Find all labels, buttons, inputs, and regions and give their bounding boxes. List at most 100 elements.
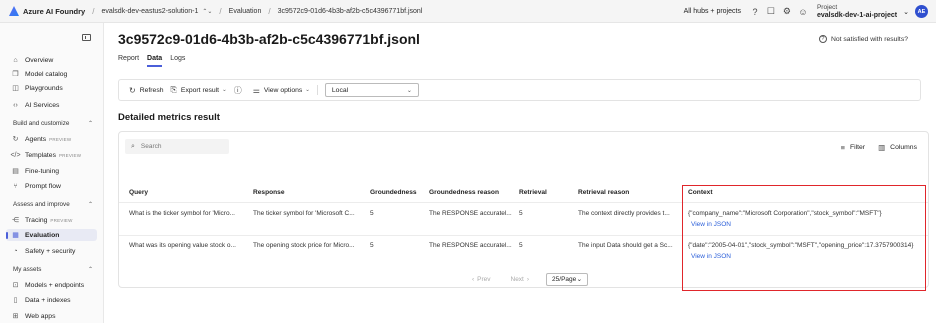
- web-apps-icon: ⊞: [12, 313, 19, 320]
- services-icon: ‹›: [13, 101, 18, 109]
- filter-button[interactable]: ≡ Filter: [841, 143, 866, 152]
- all-hubs-link[interactable]: All hubs + projects: [684, 8, 741, 15]
- sidebar-item-label: Templates: [25, 151, 56, 159]
- columns-icon: ▥: [878, 143, 886, 152]
- prompt-flow-icon: ⑂: [13, 182, 18, 190]
- evaluation-icon: ▦: [12, 232, 19, 239]
- sidebar-item-model-catalog[interactable]: ❒ Model catalog: [10, 68, 96, 80]
- project-label: Project: [816, 3, 838, 11]
- column-header-response[interactable]: Response: [253, 189, 285, 196]
- sidebar-item-ai-services[interactable]: ‹› AI Services: [10, 99, 96, 111]
- next-page-button[interactable]: Next ›: [511, 276, 533, 283]
- sidebar-item-evaluation[interactable]: ▦ Evaluation: [6, 229, 97, 241]
- columns-button[interactable]: ▥ Columns: [878, 143, 917, 152]
- preview-badge: PREVIEW: [58, 152, 82, 158]
- sidebar-item-data-indexes[interactable]: ▯ Data + indexes: [10, 294, 96, 306]
- cell-retrieval: 5: [519, 210, 523, 217]
- chevron-left-icon: ‹: [471, 275, 475, 283]
- breadcrumb-evaluation[interactable]: Evaluation: [229, 8, 262, 15]
- sidebar: ⌂ Overview ❒ Model catalog ◫ Playgrounds…: [0, 23, 104, 323]
- sidebar-item-safety-security[interactable]: ◔ Safety + security: [10, 245, 96, 257]
- help-icon[interactable]: ?: [748, 5, 761, 18]
- collapse-sidebar-icon[interactable]: [82, 34, 91, 41]
- sidebar-item-tracing[interactable]: ⋲ Tracing PREVIEW: [10, 214, 96, 226]
- prev-label: Prev: [477, 275, 491, 283]
- brand-name: Azure AI Foundry: [23, 6, 86, 16]
- refresh-label: Refresh: [139, 86, 164, 94]
- project-switcher[interactable]: Project evalsdk-dev-1-ai-project: [817, 4, 897, 20]
- search-input[interactable]: ⌕ Search: [125, 139, 229, 154]
- column-header-retrieval-reason[interactable]: Retrieval reason: [578, 189, 629, 196]
- project-name: evalsdk-dev-1-ai-project: [816, 11, 898, 19]
- chevron-updown-icon: ⌃⌄: [202, 8, 213, 15]
- sidebar-item-label: Safety + security: [25, 247, 76, 255]
- info-button[interactable]: ⓘ: [234, 85, 246, 96]
- page-size-select[interactable]: 25/Page ⌄: [546, 272, 589, 286]
- sidebar-item-templates[interactable]: </> Templates PREVIEW: [10, 149, 96, 161]
- section-build-and-customize[interactable]: Build and customize ⌃: [13, 120, 93, 127]
- column-header-groundedness[interactable]: Groundedness: [370, 189, 417, 196]
- page-title: 3c9572c9-01d6-4b3b-af2b-c5c4396771bf.jso…: [118, 31, 420, 47]
- export-result-button[interactable]: ⎘ Export result ⌄: [171, 85, 227, 95]
- source-select[interactable]: Local ⌄: [324, 83, 419, 97]
- section-label: Build and customize: [13, 120, 70, 127]
- sidebar-item-label: Model catalog: [25, 70, 68, 78]
- sidebar-item-agents[interactable]: ↻ Agents PREVIEW: [10, 133, 96, 145]
- section-my-assets[interactable]: My assets ⌃: [13, 266, 93, 273]
- section-assess-and-improve[interactable]: Assess and improve ⌃: [13, 201, 93, 208]
- cell-retrieval: 5: [519, 242, 523, 249]
- source-select-value: Local: [331, 86, 349, 94]
- column-header-retrieval[interactable]: Retrieval: [519, 189, 547, 196]
- sidebar-item-label: Agents: [25, 135, 47, 143]
- catalog-icon: ❒: [12, 71, 19, 78]
- brand[interactable]: Azure AI Foundry: [9, 6, 85, 16]
- refresh-button[interactable]: ↻ Refresh: [129, 86, 164, 95]
- breadcrumb-separator: /: [268, 6, 271, 16]
- metrics-grid: ⌕ Search ≡ Filter ▥ Columns Query Respon…: [118, 131, 929, 291]
- not-satisfied-link[interactable]: ? Not satisfied with results?: [818, 35, 908, 43]
- preview-badge: PREVIEW: [50, 217, 73, 223]
- smiley-icon[interactable]: ☺: [796, 5, 809, 18]
- info-icon: ⓘ: [233, 85, 242, 95]
- page-size-value: 25/Page: [552, 275, 577, 283]
- sidebar-item-label: Models + endpoints: [25, 281, 85, 289]
- chevron-down-icon: ⌄: [222, 87, 227, 93]
- tabs: Report Data Logs: [118, 55, 193, 67]
- cell-groundedness: 5: [370, 210, 374, 217]
- sidebar-item-label: Overview: [25, 56, 54, 64]
- column-header-query[interactable]: Query: [129, 189, 148, 196]
- view-options-button[interactable]: ⚌ View options ⌄: [253, 86, 310, 95]
- export-label: Export result: [180, 86, 220, 94]
- sidebar-item-models-endpoints[interactable]: ⊡ Models + endpoints: [10, 279, 96, 291]
- sidebar-item-web-apps[interactable]: ⊞ Web apps: [10, 310, 96, 322]
- tab-data[interactable]: Data: [147, 55, 163, 67]
- chevron-down-icon[interactable]: ⌄: [903, 8, 909, 16]
- cell-query: What is the ticker symbol for 'Micro...: [129, 210, 235, 217]
- tracing-icon: ⋲: [12, 217, 19, 224]
- breadcrumb-hub[interactable]: evalsdk-dev-eastus2-solution-1 ⌃⌄: [101, 8, 212, 15]
- sidebar-item-label: Evaluation: [25, 231, 60, 239]
- cell-query: What was its opening value stock o...: [129, 242, 236, 249]
- gear-icon[interactable]: ⚙: [780, 5, 793, 18]
- export-icon: ⎘: [170, 85, 177, 94]
- top-bar: Azure AI Foundry / evalsdk-dev-eastus2-s…: [0, 0, 936, 23]
- prev-page-button[interactable]: ‹ Prev: [469, 276, 491, 283]
- sidebar-item-label: Playgrounds: [25, 84, 63, 92]
- tab-report[interactable]: Report: [118, 55, 139, 67]
- sidebar-item-prompt-flow[interactable]: ⑂ Prompt flow: [10, 180, 96, 192]
- next-label: Next: [510, 275, 524, 283]
- sidebar-item-playgrounds[interactable]: ◫ Playgrounds: [10, 82, 96, 94]
- sidebar-item-overview[interactable]: ⌂ Overview: [10, 54, 96, 66]
- search-placeholder: Search: [140, 143, 162, 150]
- avatar[interactable]: AE: [915, 5, 928, 18]
- sidebar-item-fine-tuning[interactable]: ▤ Fine-tuning: [10, 165, 96, 177]
- column-header-groundedness-reason[interactable]: Groundedness reason: [429, 189, 499, 196]
- fine-tuning-icon: ▤: [12, 168, 19, 175]
- cell-retrieval-reason: The context directly provides t...: [578, 210, 670, 217]
- preview-badge: PREVIEW: [49, 136, 72, 142]
- grid-actions: ≡ Filter ▥ Columns: [828, 143, 917, 152]
- tab-logs[interactable]: Logs: [170, 55, 185, 67]
- feedback-icon[interactable]: ☐: [764, 5, 777, 18]
- chevron-right-icon: ›: [526, 275, 530, 283]
- all-hubs-label: All hubs + projects: [683, 8, 741, 15]
